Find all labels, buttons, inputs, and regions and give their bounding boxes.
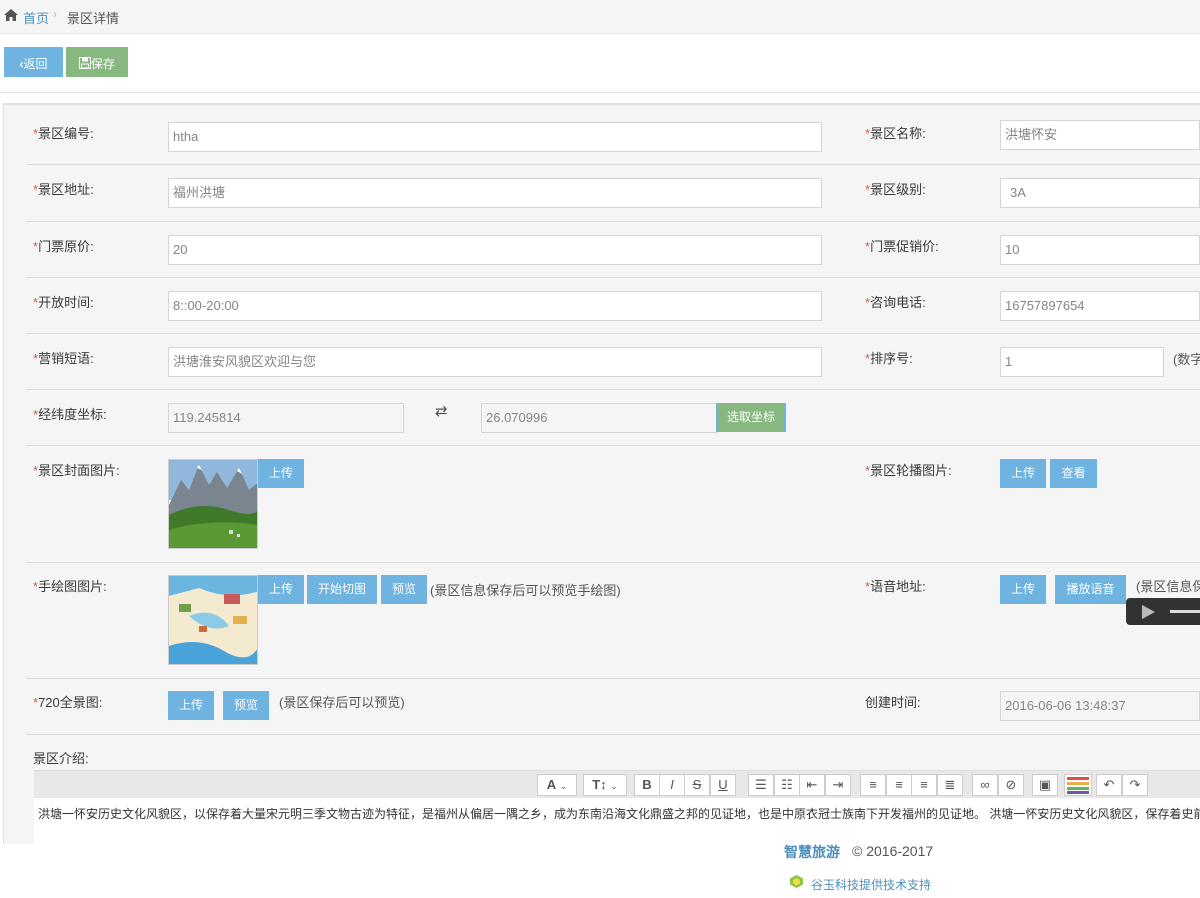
promo-price-input[interactable]: 10 [1000, 235, 1200, 265]
price-label: *门票原价: [33, 239, 94, 254]
row-divider [26, 734, 1200, 735]
hours-input[interactable]: 8::00-20:00 [168, 291, 822, 321]
voice-hint: (景区信息保 [1136, 579, 1200, 594]
breadcrumb-current: 景区详情 [67, 11, 120, 26]
row-divider [26, 389, 1200, 390]
intro-label: 景区介绍: [33, 751, 89, 766]
pano-preview-button[interactable]: 预览 [223, 691, 269, 720]
redo-icon[interactable]: ↷ [1122, 774, 1148, 796]
numbered-list-icon[interactable]: ☷ [774, 774, 800, 796]
chevron-right-icon: › [53, 7, 57, 21]
price-input[interactable]: 20 [168, 235, 822, 265]
pick-coords-button[interactable]: 选取坐标 [716, 403, 786, 432]
outdent-icon[interactable]: ⇤ [799, 774, 825, 796]
row-divider [26, 221, 1200, 222]
align-justify-icon[interactable]: ≣ [937, 774, 963, 796]
hours-label: *开放时间: [33, 295, 94, 310]
unlink-icon[interactable]: ⊘ [998, 774, 1024, 796]
row-divider [26, 678, 1200, 679]
undo-icon[interactable]: ↶ [1096, 774, 1122, 796]
latitude-input[interactable]: 26.070996 [481, 403, 717, 433]
intro-editor[interactable]: 洪塘一怀安历史文化风貌区，以保存着大量宋元明三季文物古迹为特征，是福州从偏居一隅… [34, 798, 1200, 844]
longitude-input[interactable]: 119.245814 [168, 403, 404, 433]
play-voice-button[interactable]: 播放语音 [1055, 575, 1126, 604]
toolbar-divider [0, 92, 1200, 93]
bullet-list-icon[interactable]: ☰ [748, 774, 774, 796]
address-label: *景区地址: [33, 182, 94, 197]
row-divider [26, 333, 1200, 334]
swap-icon: ⇄ [435, 403, 448, 420]
phone-label: *咨询电话: [865, 295, 926, 310]
indent-icon[interactable]: ⇥ [825, 774, 851, 796]
code-label: *景区编号: [33, 126, 94, 141]
save-button-label: 保存 [90, 57, 115, 71]
handdrawn-preview-button[interactable]: 预览 [381, 575, 427, 604]
audio-progress-bar[interactable] [1170, 610, 1200, 613]
pano-upload-button[interactable]: 上传 [168, 691, 214, 720]
voice-upload-button[interactable]: 上传 [1000, 575, 1046, 604]
font-family-button[interactable]: A ⌄ [537, 774, 577, 796]
address-input[interactable]: 福州洪塘 [168, 178, 822, 208]
editor-toolbar: A ⌄ T↕ ⌄ B I S U ☰ ☷ ⇤ ⇥ ≡ ≡ ≡ ≣ ∞ ⊘ ▣ ↶… [34, 770, 1200, 798]
play-icon[interactable] [1138, 602, 1158, 622]
row-divider [26, 164, 1200, 165]
pano-hint: (景区保存后可以预览) [279, 695, 405, 710]
home-icon[interactable] [3, 8, 19, 22]
handdrawn-label: *手绘图图片: [33, 579, 107, 594]
sort-input[interactable]: 1 [1000, 347, 1164, 377]
breadcrumb-home-link[interactable]: 首页 [23, 8, 49, 27]
underline-button[interactable]: U [710, 774, 736, 796]
coords-label: *经纬度坐标: [33, 407, 107, 422]
created-input: 2016-06-06 13:48:37 [1000, 691, 1200, 721]
voice-label: *语音地址: [865, 579, 926, 594]
link-icon[interactable]: ∞ [972, 774, 998, 796]
floppy-disk-icon [78, 57, 91, 69]
image-icon[interactable]: ▣ [1032, 774, 1058, 796]
pano-label: *720全景图: [33, 695, 103, 710]
italic-button[interactable]: I [659, 774, 685, 796]
carousel-upload-button[interactable]: 上传 [1000, 459, 1046, 488]
handdrawn-upload-button[interactable]: 上传 [258, 575, 304, 604]
phone-input[interactable]: 16757897654 [1000, 291, 1200, 321]
cover-upload-button[interactable]: 上传 [258, 459, 304, 488]
back-button-label: 返回 [23, 57, 48, 71]
promo-price-label: *门票促销价: [865, 239, 939, 254]
sort-label: *排序号: [865, 351, 913, 366]
handdrawn-hint: (景区信息保存后可以预览手绘图) [430, 583, 621, 598]
footer-support-link[interactable]: 谷玉科技提供技术支持 [811, 876, 931, 893]
audio-player[interactable] [1126, 598, 1200, 625]
name-input[interactable]: 洪塘怀安 [1000, 120, 1200, 150]
code-input[interactable]: htha [168, 122, 822, 152]
font-size-button[interactable]: T↕ ⌄ [583, 774, 627, 796]
sort-hint: (数字 [1173, 352, 1200, 367]
start-cut-button[interactable]: 开始切图 [307, 575, 377, 604]
created-label: 创建时间: [865, 695, 921, 710]
row-divider [26, 445, 1200, 446]
align-right-icon[interactable]: ≡ [911, 774, 937, 796]
name-label: *景区名称: [865, 126, 926, 141]
align-left-icon[interactable]: ≡ [860, 774, 886, 796]
back-button[interactable]: ‹返回 [4, 47, 63, 77]
slogan-label: *营销短语: [33, 351, 94, 366]
slogan-input[interactable]: 洪塘淮安风貌区欢迎与您 [168, 347, 822, 377]
align-center-icon[interactable]: ≡ [886, 774, 912, 796]
level-label: *景区级别: [865, 182, 926, 197]
handdrawn-image [168, 575, 258, 665]
carousel-label: *景区轮播图片: [865, 463, 952, 478]
cover-image [168, 459, 258, 549]
leaf-icon [790, 875, 803, 888]
carousel-view-button[interactable]: 查看 [1050, 459, 1097, 488]
bold-button[interactable]: B [634, 774, 660, 796]
cover-label: *景区封面图片: [33, 463, 120, 478]
footer-brand: 智慧旅游 [784, 844, 840, 860]
footer-copyright: © 2016-2017 [852, 843, 934, 859]
row-divider [26, 277, 1200, 278]
save-button[interactable]: 保存 [66, 47, 128, 77]
breadcrumb: 首页 › 景区详情 [0, 0, 1200, 34]
strikethrough-button[interactable]: S [684, 774, 710, 796]
level-select[interactable]: 3A [1000, 178, 1200, 208]
row-divider [26, 562, 1200, 563]
color-picker-icon[interactable] [1064, 774, 1092, 796]
